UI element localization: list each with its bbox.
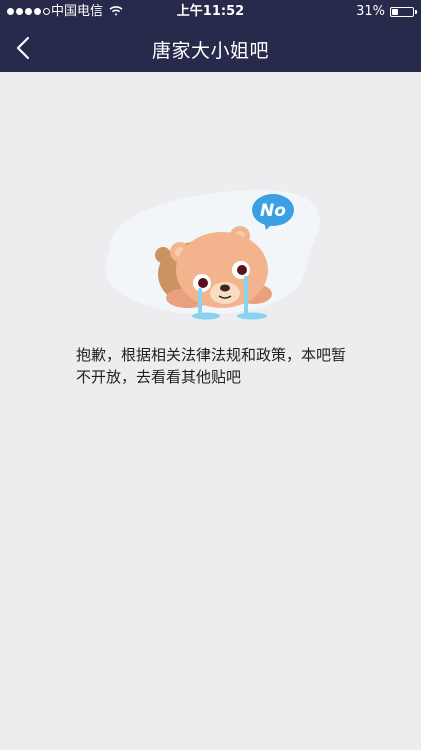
- empty-state-message: 抱歉，根据相关法律法规和政策，本吧暂不开放，去看看其他贴吧: [76, 346, 347, 386]
- top-bar: 中国电信 上午11:52 31% 唐家大小姐吧: [0, 0, 421, 72]
- battery-level: [392, 9, 398, 15]
- navigation-bar: 唐家大小姐吧: [0, 24, 421, 72]
- crying-bear-illustration: No: [105, 189, 320, 320]
- battery-percentage: 31%: [356, 4, 385, 19]
- status-bar: 中国电信 上午11:52 31%: [0, 0, 421, 24]
- no-badge-text: No: [260, 201, 286, 221]
- page-title: 唐家大小姐吧: [151, 40, 269, 62]
- battery-icon: [390, 7, 414, 17]
- battery-nub: [415, 10, 417, 14]
